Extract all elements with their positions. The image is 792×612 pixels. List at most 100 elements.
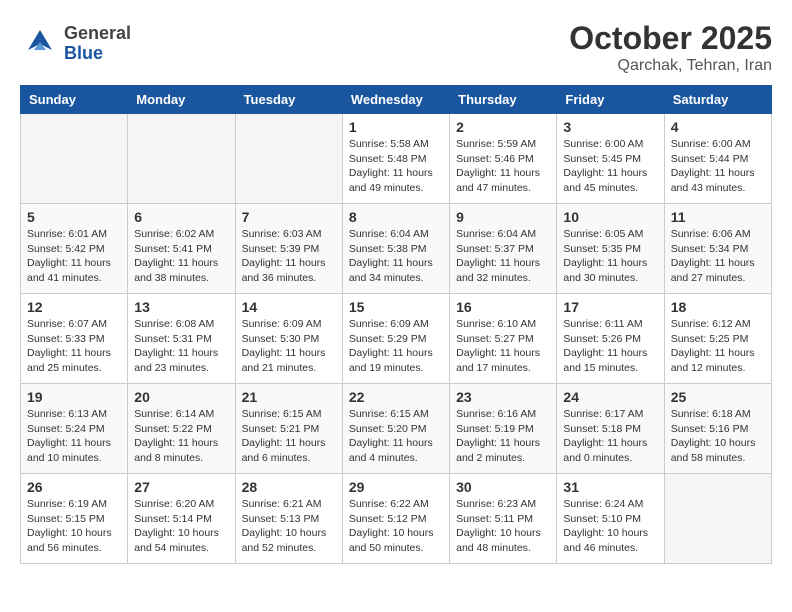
logo-text: General Blue bbox=[64, 24, 131, 64]
calendar-week-row: 26 Sunrise: 6:19 AM Sunset: 5:15 PM Dayli… bbox=[21, 474, 772, 564]
logo: General Blue bbox=[20, 20, 131, 68]
day-info: Sunrise: 6:06 AM Sunset: 5:34 PM Dayligh… bbox=[671, 227, 765, 286]
day-number: 7 bbox=[242, 209, 336, 225]
calendar-cell: 5Sunrise: 6:01 AM Sunset: 5:42 PM Daylig… bbox=[21, 204, 128, 294]
day-info: Sunrise: 6:16 AM Sunset: 5:19 PM Dayligh… bbox=[456, 407, 550, 466]
day-number: 26 bbox=[27, 479, 121, 495]
day-number: 13 bbox=[134, 299, 228, 315]
calendar-cell bbox=[664, 474, 771, 564]
calendar-cell: 17 Sunrise: 6:11 AM Sunset: 5:26 PM Dayli… bbox=[557, 294, 664, 384]
calendar-cell bbox=[128, 114, 235, 204]
calendar-cell: 26 Sunrise: 6:19 AM Sunset: 5:15 PM Dayli… bbox=[21, 474, 128, 564]
day-info: Sunrise: 5:58 AM Sunset: 5:48 PM Dayligh… bbox=[349, 137, 443, 196]
calendar-cell: 24 Sunrise: 6:17 AM Sunset: 5:18 PM Dayli… bbox=[557, 384, 664, 474]
day-number: 6 bbox=[134, 209, 228, 225]
calendar-cell bbox=[235, 114, 342, 204]
day-info: Sunrise: 6:04 AM Sunset: 5:38 PM Dayligh… bbox=[349, 227, 443, 286]
calendar-cell: 14Sunrise: 6:09 AM Sunset: 5:30 PM Dayli… bbox=[235, 294, 342, 384]
calendar-cell: 19 Sunrise: 6:13 AM Sunset: 5:24 PM Dayli… bbox=[21, 384, 128, 474]
day-number: 8 bbox=[349, 209, 443, 225]
day-number: 29 bbox=[349, 479, 443, 495]
weekday-header: Sunday bbox=[21, 86, 128, 114]
day-info: Sunrise: 6:00 AM Sunset: 5:45 PM Dayligh… bbox=[563, 137, 657, 196]
calendar-cell: 20Sunrise: 6:14 AM Sunset: 5:22 PM Dayli… bbox=[128, 384, 235, 474]
calendar-cell: 9 Sunrise: 6:04 AM Sunset: 5:37 PM Daylig… bbox=[450, 204, 557, 294]
calendar-cell: 18 Sunrise: 6:12 AM Sunset: 5:25 PM Dayli… bbox=[664, 294, 771, 384]
day-info: Sunrise: 6:13 AM Sunset: 5:24 PM Dayligh… bbox=[27, 407, 121, 466]
day-info: Sunrise: 6:09 AM Sunset: 5:29 PM Dayligh… bbox=[349, 317, 443, 376]
day-number: 18 bbox=[671, 299, 765, 315]
day-info: Sunrise: 6:17 AM Sunset: 5:18 PM Dayligh… bbox=[563, 407, 657, 466]
day-info: Sunrise: 6:05 AM Sunset: 5:35 PM Dayligh… bbox=[563, 227, 657, 286]
calendar-cell: 25 Sunrise: 6:18 AM Sunset: 5:16 PM Dayli… bbox=[664, 384, 771, 474]
day-info: Sunrise: 6:22 AM Sunset: 5:12 PM Dayligh… bbox=[349, 497, 443, 556]
day-number: 17 bbox=[563, 299, 657, 315]
day-number: 2 bbox=[456, 119, 550, 135]
day-info: Sunrise: 6:10 AM Sunset: 5:27 PM Dayligh… bbox=[456, 317, 550, 376]
weekday-header: Monday bbox=[128, 86, 235, 114]
day-number: 14 bbox=[242, 299, 336, 315]
month-title: October 2025 bbox=[569, 20, 772, 57]
calendar-cell: 1Sunrise: 5:58 AM Sunset: 5:48 PM Daylig… bbox=[342, 114, 449, 204]
calendar-cell: 16Sunrise: 6:10 AM Sunset: 5:27 PM Dayli… bbox=[450, 294, 557, 384]
calendar-cell: 29 Sunrise: 6:22 AM Sunset: 5:12 PM Dayli… bbox=[342, 474, 449, 564]
calendar-table: SundayMondayTuesdayWednesdayThursdayFrid… bbox=[20, 85, 772, 564]
day-info: Sunrise: 6:19 AM Sunset: 5:15 PM Dayligh… bbox=[27, 497, 121, 556]
day-number: 10 bbox=[563, 209, 657, 225]
calendar-cell: 31Sunrise: 6:24 AM Sunset: 5:10 PM Dayli… bbox=[557, 474, 664, 564]
day-info: Sunrise: 6:02 AM Sunset: 5:41 PM Dayligh… bbox=[134, 227, 228, 286]
calendar-week-row: 5Sunrise: 6:01 AM Sunset: 5:42 PM Daylig… bbox=[21, 204, 772, 294]
calendar-cell: 8 Sunrise: 6:04 AM Sunset: 5:38 PM Daylig… bbox=[342, 204, 449, 294]
day-info: Sunrise: 6:15 AM Sunset: 5:21 PM Dayligh… bbox=[242, 407, 336, 466]
day-number: 19 bbox=[27, 389, 121, 405]
calendar-header-row: SundayMondayTuesdayWednesdayThursdayFrid… bbox=[21, 86, 772, 114]
logo-blue: Blue bbox=[64, 44, 131, 64]
day-number: 4 bbox=[671, 119, 765, 135]
day-info: Sunrise: 6:14 AM Sunset: 5:22 PM Dayligh… bbox=[134, 407, 228, 466]
page-header: General Blue October 2025 Qarchak, Tehra… bbox=[20, 20, 772, 75]
day-number: 9 bbox=[456, 209, 550, 225]
calendar-cell: 23 Sunrise: 6:16 AM Sunset: 5:19 PM Dayli… bbox=[450, 384, 557, 474]
calendar-cell: 28 Sunrise: 6:21 AM Sunset: 5:13 PM Dayli… bbox=[235, 474, 342, 564]
day-info: Sunrise: 6:00 AM Sunset: 5:44 PM Dayligh… bbox=[671, 137, 765, 196]
calendar-cell: 4 Sunrise: 6:00 AM Sunset: 5:44 PM Daylig… bbox=[664, 114, 771, 204]
location: Qarchak, Tehran, Iran bbox=[569, 57, 772, 75]
day-info: Sunrise: 6:11 AM Sunset: 5:26 PM Dayligh… bbox=[563, 317, 657, 376]
calendar-cell bbox=[21, 114, 128, 204]
day-number: 25 bbox=[671, 389, 765, 405]
logo-general: General bbox=[64, 24, 131, 44]
day-info: Sunrise: 6:07 AM Sunset: 5:33 PM Dayligh… bbox=[27, 317, 121, 376]
calendar-week-row: 1Sunrise: 5:58 AM Sunset: 5:48 PM Daylig… bbox=[21, 114, 772, 204]
calendar-week-row: 19 Sunrise: 6:13 AM Sunset: 5:24 PM Dayli… bbox=[21, 384, 772, 474]
day-info: Sunrise: 6:24 AM Sunset: 5:10 PM Dayligh… bbox=[563, 497, 657, 556]
day-info: Sunrise: 6:23 AM Sunset: 5:11 PM Dayligh… bbox=[456, 497, 550, 556]
day-number: 21 bbox=[242, 389, 336, 405]
day-info: Sunrise: 6:01 AM Sunset: 5:42 PM Dayligh… bbox=[27, 227, 121, 286]
calendar-cell: 21 Sunrise: 6:15 AM Sunset: 5:21 PM Dayli… bbox=[235, 384, 342, 474]
day-number: 15 bbox=[349, 299, 443, 315]
weekday-header: Tuesday bbox=[235, 86, 342, 114]
day-info: Sunrise: 6:04 AM Sunset: 5:37 PM Dayligh… bbox=[456, 227, 550, 286]
day-number: 24 bbox=[563, 389, 657, 405]
day-number: 11 bbox=[671, 209, 765, 225]
weekday-header: Saturday bbox=[664, 86, 771, 114]
day-info: Sunrise: 6:15 AM Sunset: 5:20 PM Dayligh… bbox=[349, 407, 443, 466]
day-info: Sunrise: 6:18 AM Sunset: 5:16 PM Dayligh… bbox=[671, 407, 765, 466]
calendar-cell: 22 Sunrise: 6:15 AM Sunset: 5:20 PM Dayli… bbox=[342, 384, 449, 474]
calendar-cell: 11 Sunrise: 6:06 AM Sunset: 5:34 PM Dayli… bbox=[664, 204, 771, 294]
day-number: 28 bbox=[242, 479, 336, 495]
day-number: 12 bbox=[27, 299, 121, 315]
day-info: Sunrise: 6:21 AM Sunset: 5:13 PM Dayligh… bbox=[242, 497, 336, 556]
day-number: 23 bbox=[456, 389, 550, 405]
day-number: 3 bbox=[563, 119, 657, 135]
day-info: Sunrise: 6:20 AM Sunset: 5:14 PM Dayligh… bbox=[134, 497, 228, 556]
calendar-cell: 2Sunrise: 5:59 AM Sunset: 5:46 PM Daylig… bbox=[450, 114, 557, 204]
weekday-header: Thursday bbox=[450, 86, 557, 114]
day-number: 27 bbox=[134, 479, 228, 495]
day-info: Sunrise: 6:12 AM Sunset: 5:25 PM Dayligh… bbox=[671, 317, 765, 376]
logo-bird-icon bbox=[20, 20, 60, 68]
calendar-cell: 6 Sunrise: 6:02 AM Sunset: 5:41 PM Daylig… bbox=[128, 204, 235, 294]
day-info: Sunrise: 6:08 AM Sunset: 5:31 PM Dayligh… bbox=[134, 317, 228, 376]
calendar-week-row: 12 Sunrise: 6:07 AM Sunset: 5:33 PM Dayli… bbox=[21, 294, 772, 384]
day-number: 22 bbox=[349, 389, 443, 405]
